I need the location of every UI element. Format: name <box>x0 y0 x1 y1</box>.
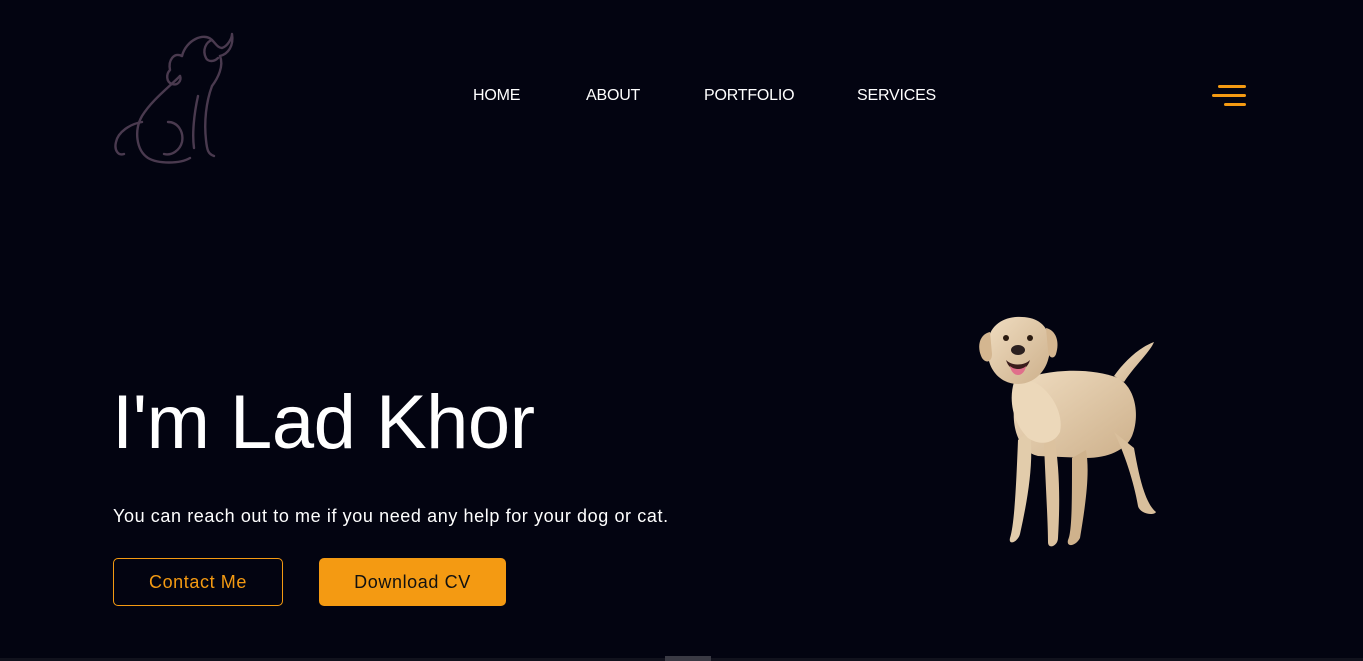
main-nav: HOME ABOUT PORTFOLIO SERVICES <box>0 86 1363 108</box>
nav-about[interactable]: ABOUT <box>586 86 640 106</box>
contact-me-button[interactable]: Contact Me <box>113 558 283 606</box>
nav-portfolio[interactable]: PORTFOLIO <box>704 86 795 106</box>
nav-services[interactable]: SERVICES <box>857 86 936 106</box>
hero-subtitle: You can reach out to me if you need any … <box>113 506 669 526</box>
labrador-dog-image <box>968 312 1164 552</box>
hamburger-menu-icon[interactable] <box>1210 82 1250 110</box>
download-cv-button[interactable]: Download CV <box>319 558 506 606</box>
hero-title: I'm Lad Khor <box>112 380 535 465</box>
page: HOME ABOUT PORTFOLIO SERVICES I'm Lad Kh… <box>0 0 1363 661</box>
nav-home[interactable]: HOME <box>473 86 520 106</box>
scroll-thumb[interactable] <box>665 656 711 661</box>
